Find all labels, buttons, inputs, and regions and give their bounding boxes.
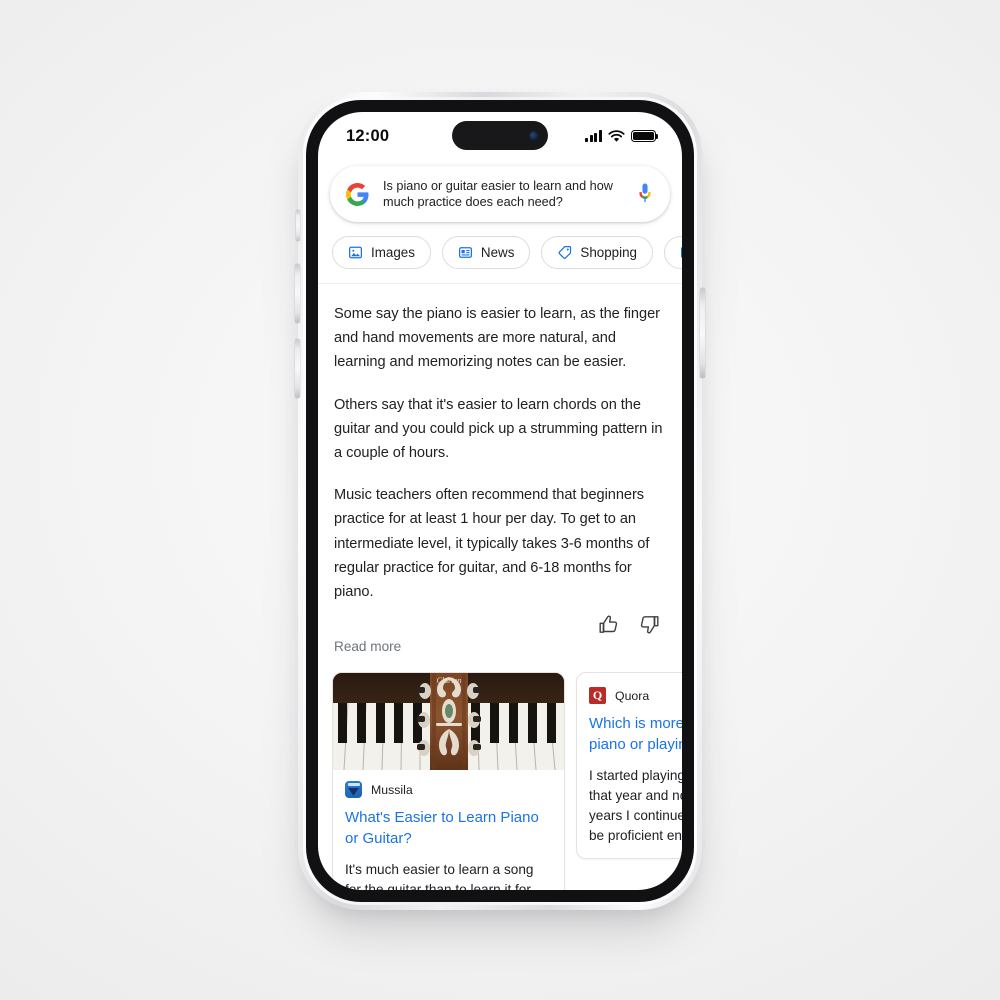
chip-news[interactable]: News xyxy=(441,236,531,269)
source-cards-row[interactable]: Clarion Mussila What's Easier to Learn P… xyxy=(318,654,682,890)
read-more-link[interactable]: Read more xyxy=(318,635,682,654)
card-title[interactable]: What's Easier to Learn Piano or Guitar? xyxy=(345,808,552,849)
chip-videos[interactable]: Videos xyxy=(664,236,682,269)
volume-down-button[interactable] xyxy=(295,339,300,398)
answer-paragraph-1: Some say the piano is easier to learn, a… xyxy=(334,306,660,371)
search-bar[interactable]: Is piano or guitar easier to learn and h… xyxy=(330,166,670,222)
card-snippet: I started playing both instruments that … xyxy=(589,768,682,844)
source-card-mussila[interactable]: Clarion Mussila What's Easier to Learn P… xyxy=(332,672,565,890)
image-icon xyxy=(348,246,362,259)
answer-block: Some say the piano is easier to learn, a… xyxy=(318,284,682,604)
quora-favicon: Q xyxy=(589,687,606,705)
status-bar: 12:00 xyxy=(318,112,682,160)
wifi-icon xyxy=(608,129,625,142)
chip-label: Images xyxy=(371,245,415,260)
video-play-icon xyxy=(681,247,682,258)
card-image-guitar-piano: Clarion xyxy=(333,673,564,771)
battery-full-icon xyxy=(631,129,659,143)
card-snippet: It's much easier to learn a song for the… xyxy=(345,862,534,890)
phone-screen: 12:00 Is piano or guitar easier to learn… xyxy=(318,112,682,890)
card-source-name: Quora xyxy=(615,688,650,703)
thumbs-up-icon[interactable] xyxy=(598,614,619,635)
chip-label: Shopping xyxy=(580,245,637,260)
front-camera-icon xyxy=(529,130,539,141)
phone-frame-outer: 12:00 Is piano or guitar easier to learn… xyxy=(295,92,705,910)
card-title[interactable]: Which is more difficult, playing piano o… xyxy=(589,714,682,755)
card-source-row: Mussila xyxy=(345,781,552,799)
volume-up-button[interactable] xyxy=(295,264,300,323)
status-bar-indicators xyxy=(585,129,659,143)
feedback-row[interactable] xyxy=(318,604,682,635)
svg-text:Clarion: Clarion xyxy=(437,676,462,685)
card-source-name: Mussila xyxy=(371,782,413,797)
chip-label: News xyxy=(480,245,515,260)
chip-shopping[interactable]: Shopping xyxy=(541,236,653,269)
microphone-icon[interactable] xyxy=(636,182,654,206)
thumbs-down-icon[interactable] xyxy=(639,614,660,635)
card-source-row: Q Quora xyxy=(589,687,682,705)
google-logo xyxy=(346,182,369,206)
source-card-quora[interactable]: Q Quora Which is more difficult, playing… xyxy=(576,672,682,860)
answer-paragraph-2: Others say that it's easier to learn cho… xyxy=(334,396,663,462)
dynamic-island xyxy=(452,121,548,150)
status-bar-time: 12:00 xyxy=(346,126,390,145)
filter-chips-row[interactable]: Images News Shopping xyxy=(318,222,682,283)
chip-images[interactable]: Images xyxy=(332,236,431,269)
silent-switch[interactable] xyxy=(296,210,300,241)
power-button[interactable] xyxy=(700,288,705,378)
tag-icon xyxy=(558,246,572,259)
signal-bars-icon xyxy=(585,130,602,142)
answer-paragraph-3: Music teachers often recommend that begi… xyxy=(334,487,650,601)
search-area: Is piano or guitar easier to learn and h… xyxy=(318,160,682,222)
mussila-favicon xyxy=(345,781,362,799)
news-icon xyxy=(458,247,472,258)
phone-mockup: 12:00 Is piano or guitar easier to learn… xyxy=(295,92,705,910)
search-query-text[interactable]: Is piano or guitar easier to learn and h… xyxy=(383,178,623,210)
